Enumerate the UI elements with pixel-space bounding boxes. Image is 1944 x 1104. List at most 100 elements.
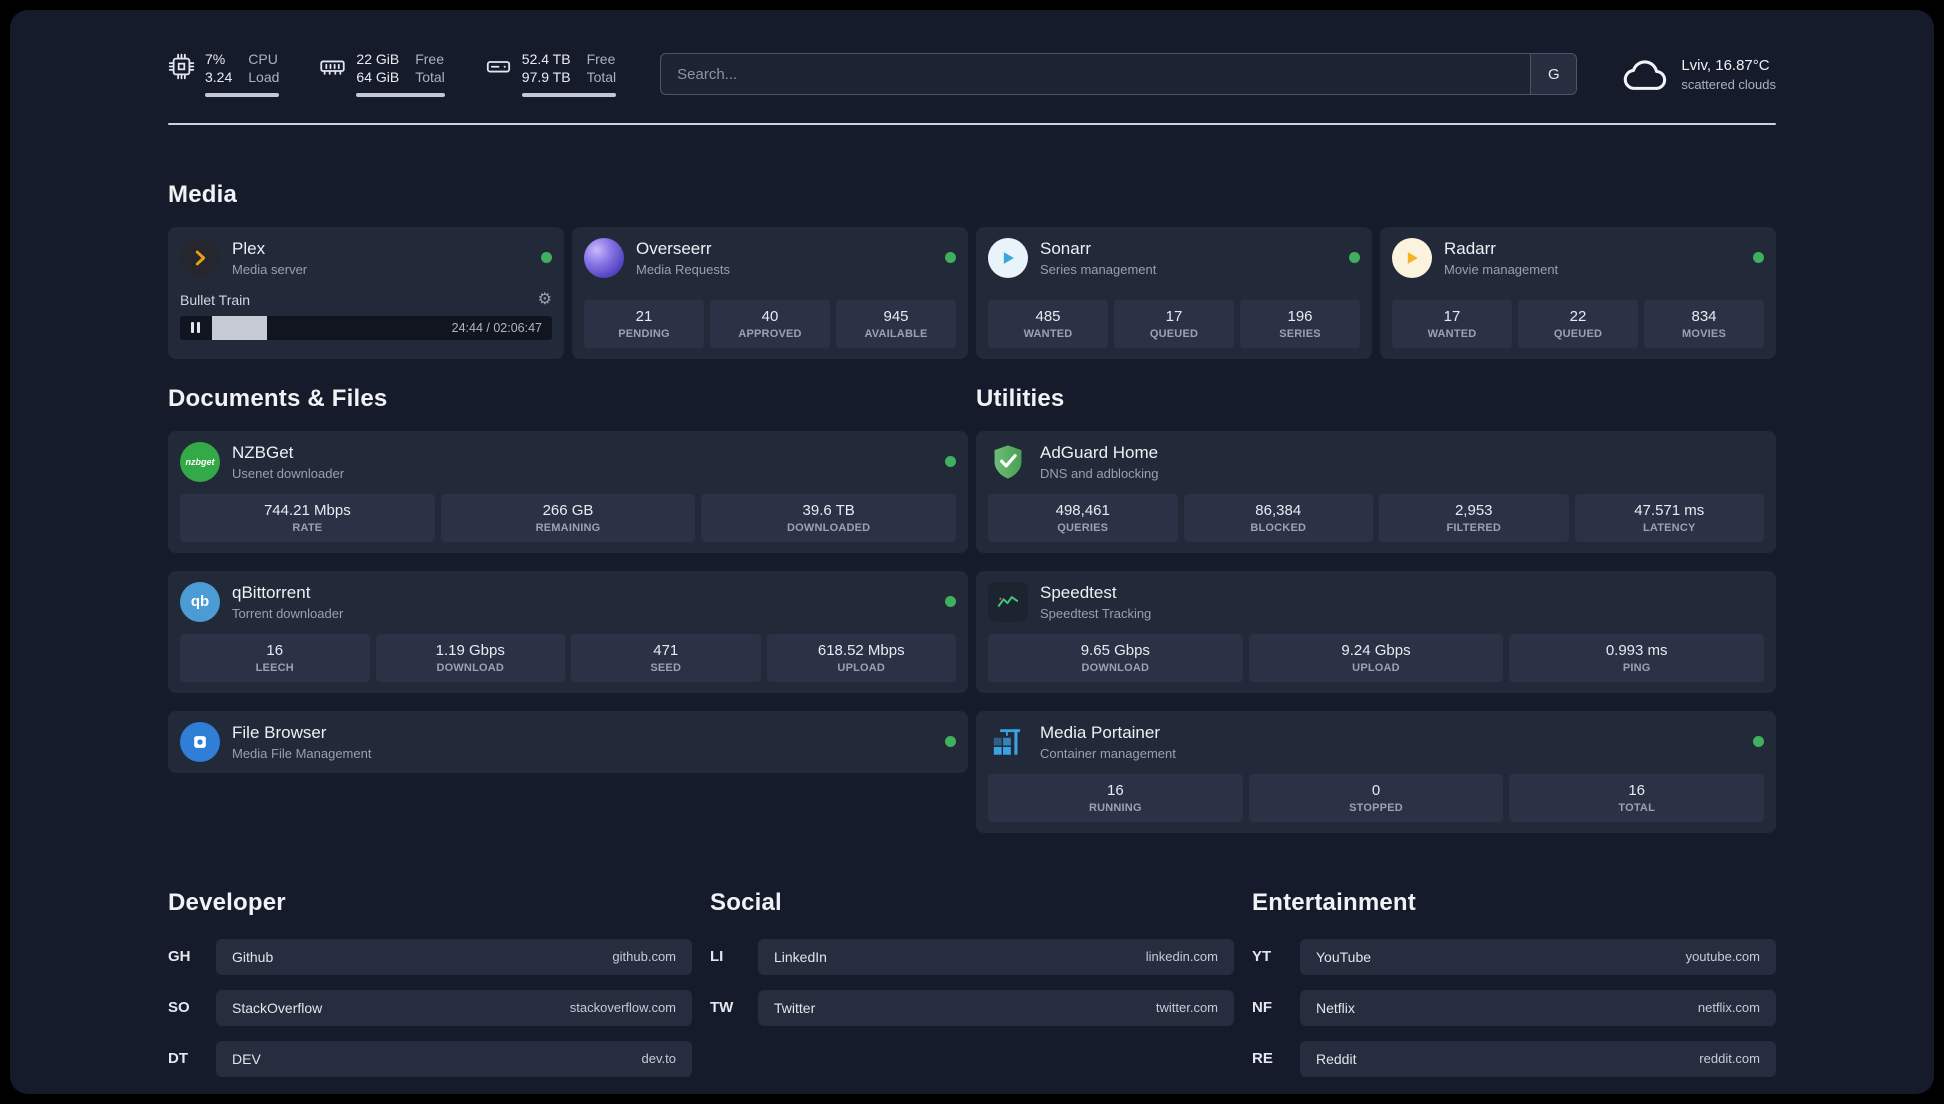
stat-tile: 266 GB REMAINING	[440, 493, 696, 542]
radarr-card[interactable]: Radarr Movie management 17 WANTED 22 QUE…	[1380, 226, 1776, 359]
app-description: Speedtest Tracking	[1040, 605, 1152, 621]
app-name: Radarr	[1444, 238, 1496, 258]
link-dev[interactable]: DEV dev.to	[216, 1040, 692, 1077]
pause-icon	[190, 322, 194, 334]
stat-tile: 9.65 Gbps DOWNLOAD	[988, 633, 1243, 682]
section-documents: Documents & Files nzbget NZBGet Usenet d…	[168, 385, 968, 773]
link-row: RE Reddit reddit.com	[1252, 1040, 1776, 1077]
search-input[interactable]	[661, 54, 1531, 95]
overseerr-icon	[584, 237, 624, 278]
status-dot	[1753, 736, 1764, 748]
link-prefix: GH	[168, 948, 191, 966]
qbittorrent-icon: qb	[180, 581, 220, 622]
link-stackoverflow[interactable]: StackOverflow stackoverflow.com	[216, 989, 692, 1026]
app-description: Series management	[1040, 261, 1157, 277]
stat-tile: 9.24 Gbps UPLOAD	[1248, 633, 1504, 682]
stat-tile: 39.6 TB DOWNLOADED	[701, 493, 957, 542]
qbittorrent-card[interactable]: qb qBittorrent Torrent downloader 16 LEE…	[168, 570, 968, 693]
filebrowser-card[interactable]: File Browser Media File Management	[168, 710, 968, 773]
stat-tile: 1.19 Gbps DOWNLOAD	[375, 633, 565, 682]
stat-tile: 485 WANTED	[988, 299, 1108, 348]
section-entertainment: Entertainment YT YouTube youtube.com NF …	[1252, 889, 1776, 1092]
section-media: Media Plex Media server Bullet Train ⚙ 2…	[168, 181, 1776, 359]
nzbget-card[interactable]: nzbget NZBGet Usenet downloader 744.21 M…	[168, 430, 968, 553]
memory-icon	[320, 60, 346, 75]
pause-button[interactable]	[180, 315, 210, 340]
status-dot	[945, 252, 956, 264]
stat-tile: 945 AVAILABLE	[836, 299, 956, 348]
overseerr-card[interactable]: Overseerr Media Requests 21 PENDING 40 A…	[572, 226, 968, 359]
cpu-progress-bar	[205, 92, 280, 97]
link-prefix: LI	[710, 948, 724, 966]
link-row: YT YouTube youtube.com	[1252, 938, 1776, 975]
section-developer: Developer GH Github github.com SO StackO…	[168, 889, 692, 1092]
link-row: GH Github github.com	[168, 938, 692, 975]
portainer-card[interactable]: Media Portainer Container management 16 …	[976, 710, 1776, 833]
status-dot	[1349, 252, 1360, 264]
link-netflix[interactable]: Netflix netflix.com	[1300, 989, 1776, 1026]
stat-tile: 618.52 Mbps UPLOAD	[766, 633, 956, 682]
cpu-widget: 7% 3.24 CPU Load	[168, 51, 280, 97]
cpu-labels: CPU Load	[248, 51, 280, 86]
playback-progress-bar[interactable]: 24:44 / 02:06:47	[210, 315, 552, 340]
memory-widget: 22 GiB 64 GiB Free Total	[319, 51, 445, 97]
radarr-icon	[1392, 237, 1432, 278]
memory-labels: Free Total	[415, 51, 445, 86]
app-description: Media server	[232, 261, 308, 277]
link-linkedin[interactable]: LinkedIn linkedin.com	[758, 938, 1234, 975]
stat-tile: 0.993 ms PING	[1509, 633, 1765, 682]
link-prefix: DT	[168, 1050, 188, 1068]
storage-values: 52.4 TB 97.9 TB	[521, 51, 571, 86]
stat-tile: 196 SERIES	[1240, 299, 1360, 348]
link-reddit[interactable]: Reddit reddit.com	[1300, 1040, 1776, 1077]
link-youtube[interactable]: YouTube youtube.com	[1300, 938, 1776, 975]
stat-tile: 2,953 FILTERED	[1379, 493, 1569, 542]
app-description: Movie management	[1444, 261, 1559, 277]
filebrowser-icon	[180, 721, 220, 762]
stat-tile: 471 SEED	[571, 633, 761, 682]
app-name: Speedtest	[1040, 582, 1117, 602]
stat-tile: 21 PENDING	[584, 299, 704, 348]
section-title-media: Media	[168, 180, 238, 208]
stat-tile: 16 LEECH	[180, 633, 370, 682]
cpu-icon	[168, 53, 195, 80]
stat-tile: 86,384 BLOCKED	[1183, 493, 1373, 542]
app-name: qBittorrent	[232, 582, 311, 602]
link-row: SO StackOverflow stackoverflow.com	[168, 989, 692, 1026]
adguard-card[interactable]: AdGuard Home DNS and adblocking 498,461 …	[976, 430, 1776, 553]
link-row: DT DEV dev.to	[168, 1040, 692, 1077]
section-title-entertainment: Entertainment	[1252, 888, 1416, 916]
stat-tile: 744.21 Mbps RATE	[180, 493, 435, 542]
adguard-icon	[988, 442, 1028, 482]
stat-tile: 17 QUEUED	[1114, 299, 1234, 348]
stat-tile: 16 TOTAL	[1509, 773, 1765, 822]
sonarr-card[interactable]: Sonarr Series management 485 WANTED 17 Q…	[976, 226, 1372, 359]
stat-tile: 498,461 QUERIES	[988, 493, 1178, 542]
app-name: Sonarr	[1040, 238, 1092, 258]
status-dot	[1753, 252, 1764, 264]
status-dot	[541, 252, 552, 264]
link-row: TW Twitter twitter.com	[710, 989, 1234, 1026]
app-name: NZBGet	[232, 442, 294, 462]
stat-tile: 834 MOVIES	[1644, 299, 1764, 348]
weather-widget: Lviv, 16.87°C scattered clouds	[1621, 56, 1776, 92]
playback-progress-fill	[212, 315, 267, 340]
search-bar: G	[660, 53, 1578, 96]
link-github[interactable]: Github github.com	[216, 938, 692, 975]
link-prefix: SO	[168, 999, 190, 1017]
app-description: Media Requests	[636, 261, 730, 277]
plex-card[interactable]: Plex Media server Bullet Train ⚙ 24:44 /…	[168, 226, 564, 359]
link-twitter[interactable]: Twitter twitter.com	[758, 989, 1234, 1026]
link-row: LI LinkedIn linkedin.com	[710, 938, 1234, 975]
link-prefix: TW	[710, 999, 734, 1017]
topbar-divider	[168, 122, 1776, 125]
dashboard: 7% 3.24 CPU Load 22 GiB 64 GiB Free Tota…	[10, 10, 1934, 1094]
app-description: DNS and adblocking	[1040, 465, 1159, 481]
topbar: 7% 3.24 CPU Load 22 GiB 64 GiB Free Tota…	[168, 51, 1776, 97]
status-dot	[945, 456, 956, 468]
gear-icon[interactable]: ⚙	[538, 291, 552, 308]
app-name: AdGuard Home	[1040, 442, 1159, 462]
search-engine-button[interactable]: G	[1530, 54, 1577, 95]
speedtest-card[interactable]: Speedtest Speedtest Tracking 9.65 Gbps D…	[976, 570, 1776, 693]
storage-labels: Free Total	[586, 51, 617, 86]
